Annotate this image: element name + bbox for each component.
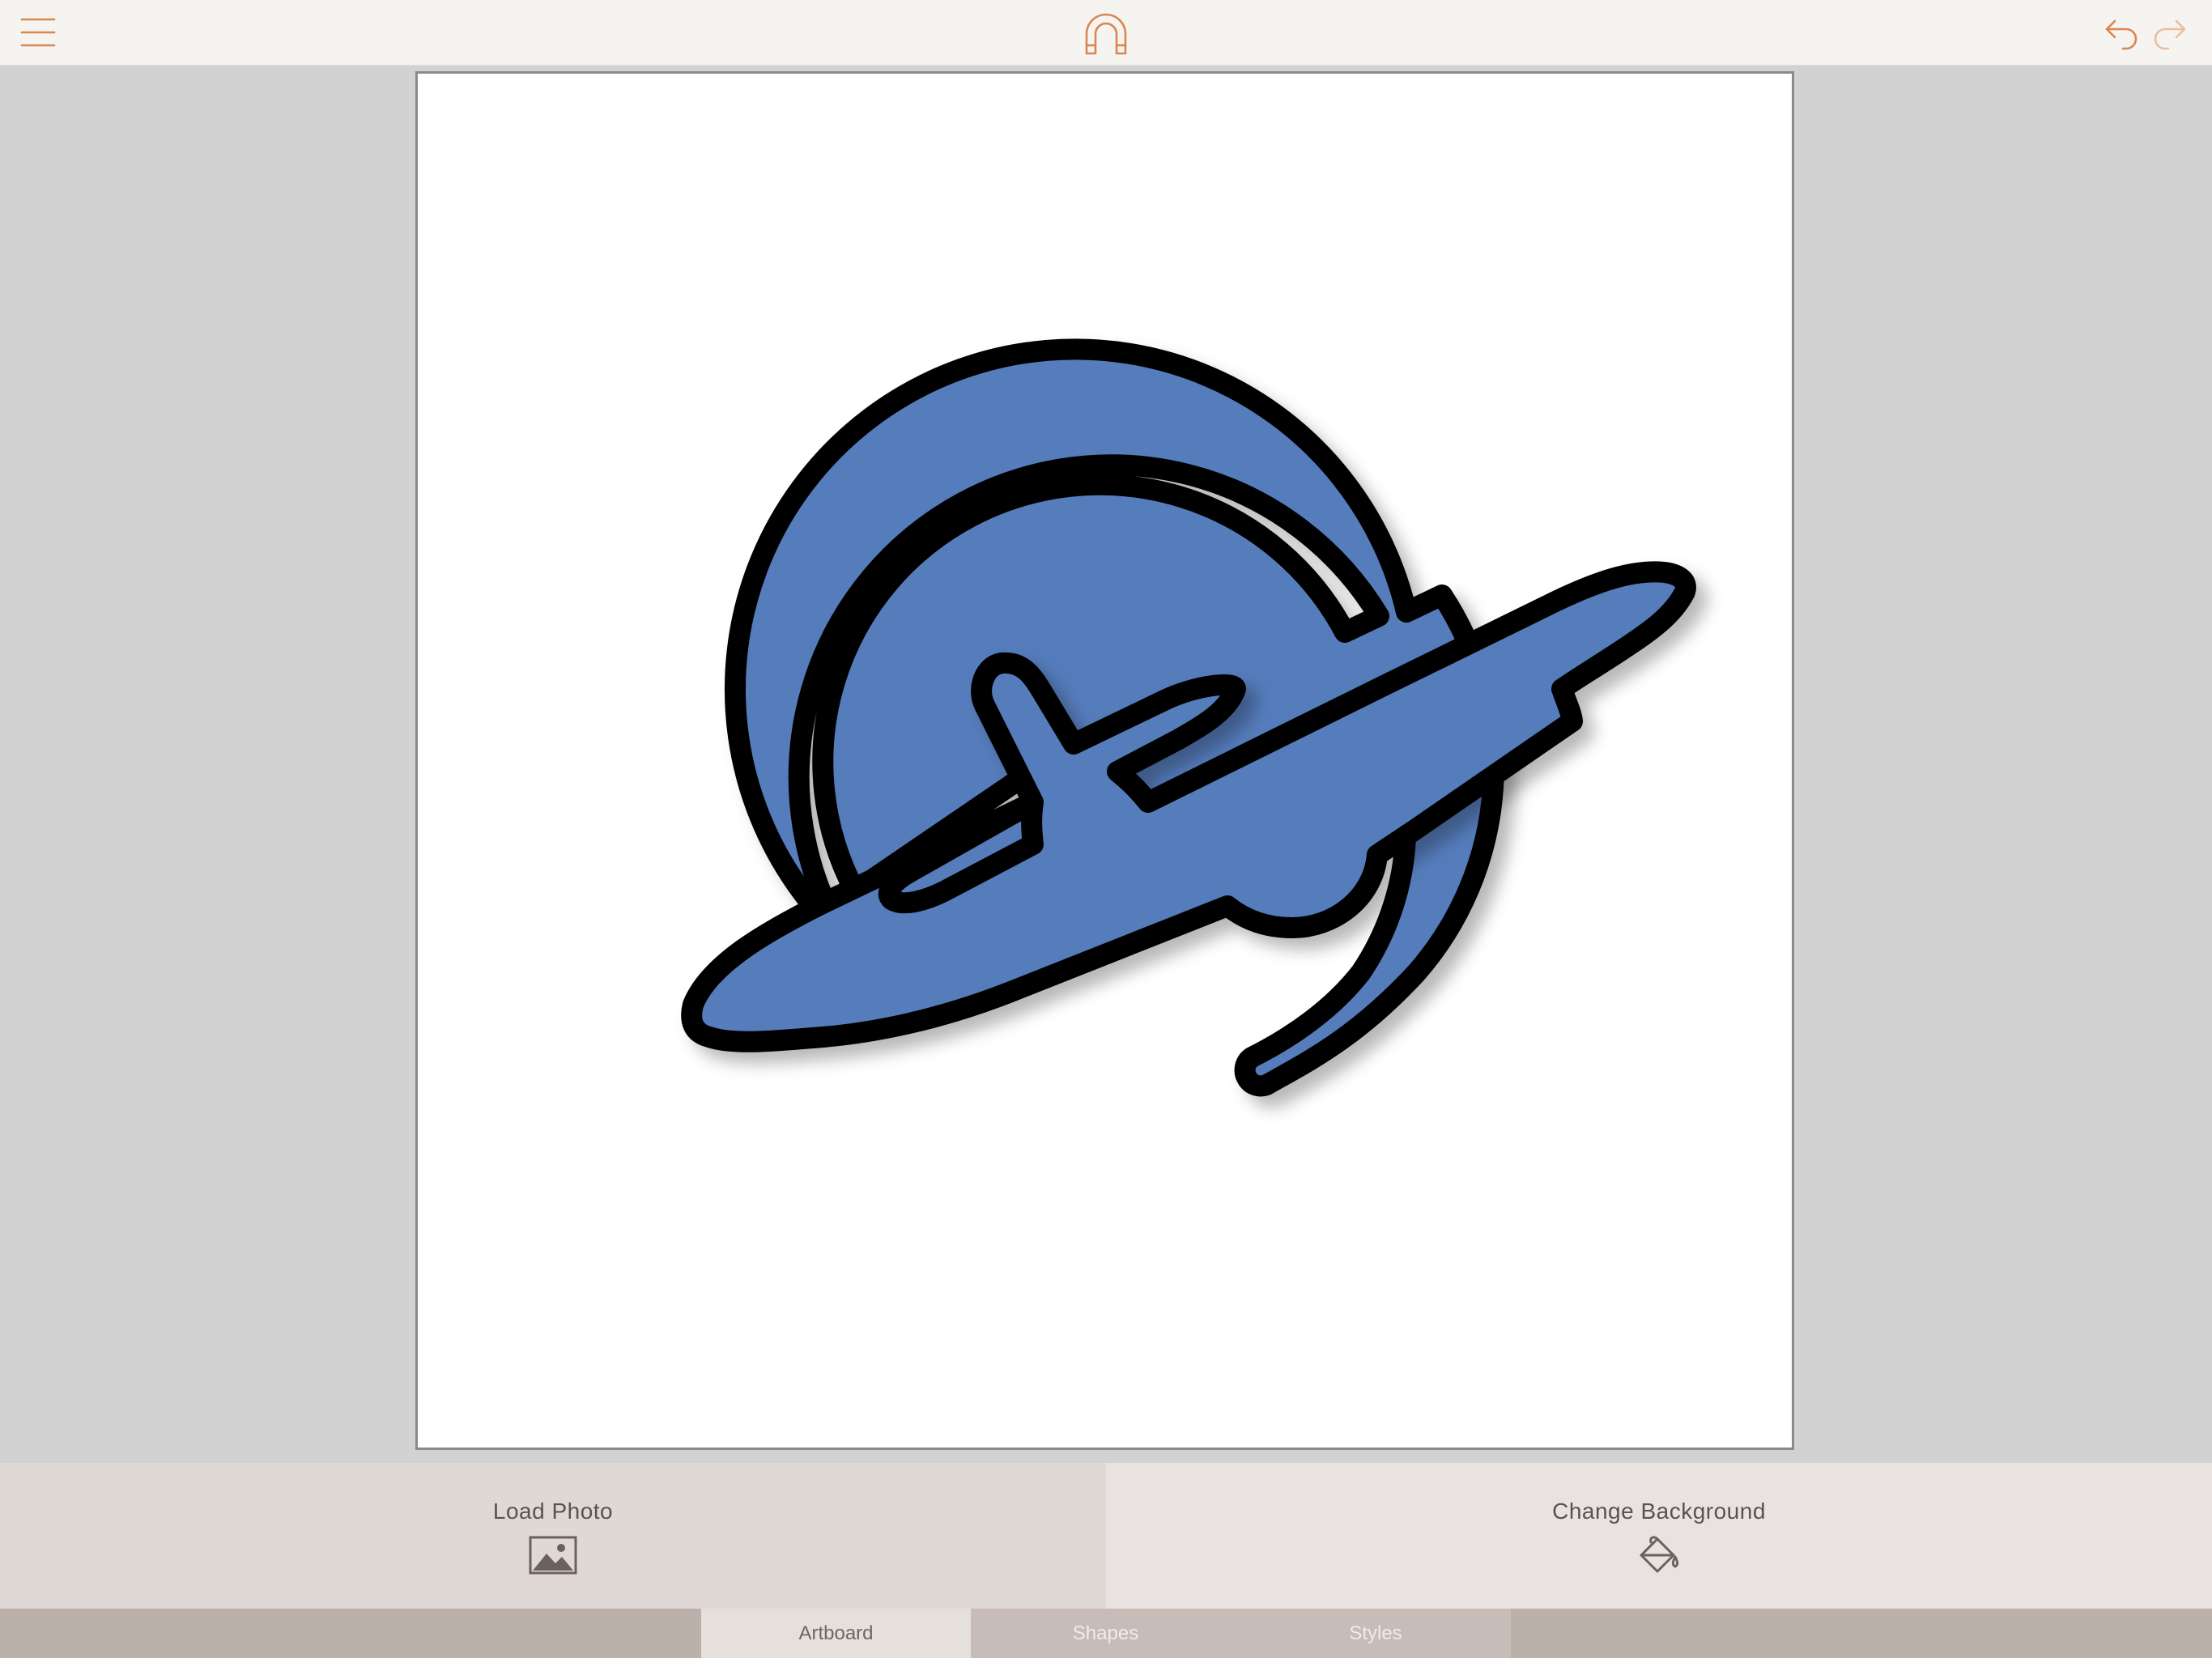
- tab-artboard[interactable]: Artboard: [701, 1609, 971, 1658]
- action-bar: Load Photo Change Background: [0, 1463, 2212, 1609]
- change-background-button[interactable]: Change Background: [1106, 1463, 2212, 1609]
- image-icon: [529, 1536, 577, 1575]
- redo-icon[interactable]: [2150, 15, 2188, 50]
- airplane-orbit-logo[interactable]: [418, 74, 1792, 1448]
- load-photo-label: Load Photo: [492, 1499, 614, 1524]
- paint-bucket-icon: [1635, 1536, 1683, 1575]
- tab-bar: Artboard Shapes Styles: [0, 1609, 2212, 1658]
- magnet-icon[interactable]: [1082, 11, 1130, 57]
- tab-shapes[interactable]: Shapes: [971, 1609, 1240, 1658]
- undo-icon[interactable]: [2104, 15, 2141, 50]
- canvas-area: [0, 66, 2212, 1463]
- load-photo-button[interactable]: Load Photo: [0, 1463, 1106, 1609]
- menu-icon[interactable]: [19, 15, 57, 50]
- change-background-label: Change Background: [1552, 1499, 1766, 1524]
- tab-styles[interactable]: Styles: [1240, 1609, 1511, 1658]
- artboard[interactable]: [415, 71, 1794, 1450]
- top-toolbar: [0, 0, 2212, 66]
